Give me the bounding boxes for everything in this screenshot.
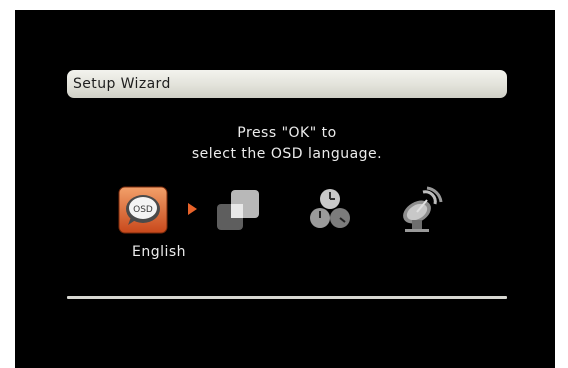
osd-badge-text: OSD — [133, 205, 153, 215]
wizard-title-bar: Setup Wizard — [67, 70, 507, 98]
setup-wizard-screen: Setup Wizard Press "OK" to select the OS… — [15, 10, 555, 368]
instruction-line-1: Press "OK" to — [237, 125, 337, 141]
satellite-dish-icon[interactable] — [397, 186, 447, 234]
instruction-message: Press "OK" to select the OSD language. — [67, 123, 507, 165]
display-settings-icon[interactable] — [215, 188, 261, 234]
osd-language-icon[interactable]: OSD — [118, 186, 168, 234]
time-settings-icon[interactable] — [308, 186, 352, 234]
active-step-arrow-icon — [188, 203, 197, 215]
bottom-divider — [67, 296, 507, 299]
instruction-line-2: select the OSD language. — [191, 146, 383, 162]
wizard-title: Setup Wizard — [73, 76, 171, 92]
selected-language-label: English — [132, 244, 187, 260]
